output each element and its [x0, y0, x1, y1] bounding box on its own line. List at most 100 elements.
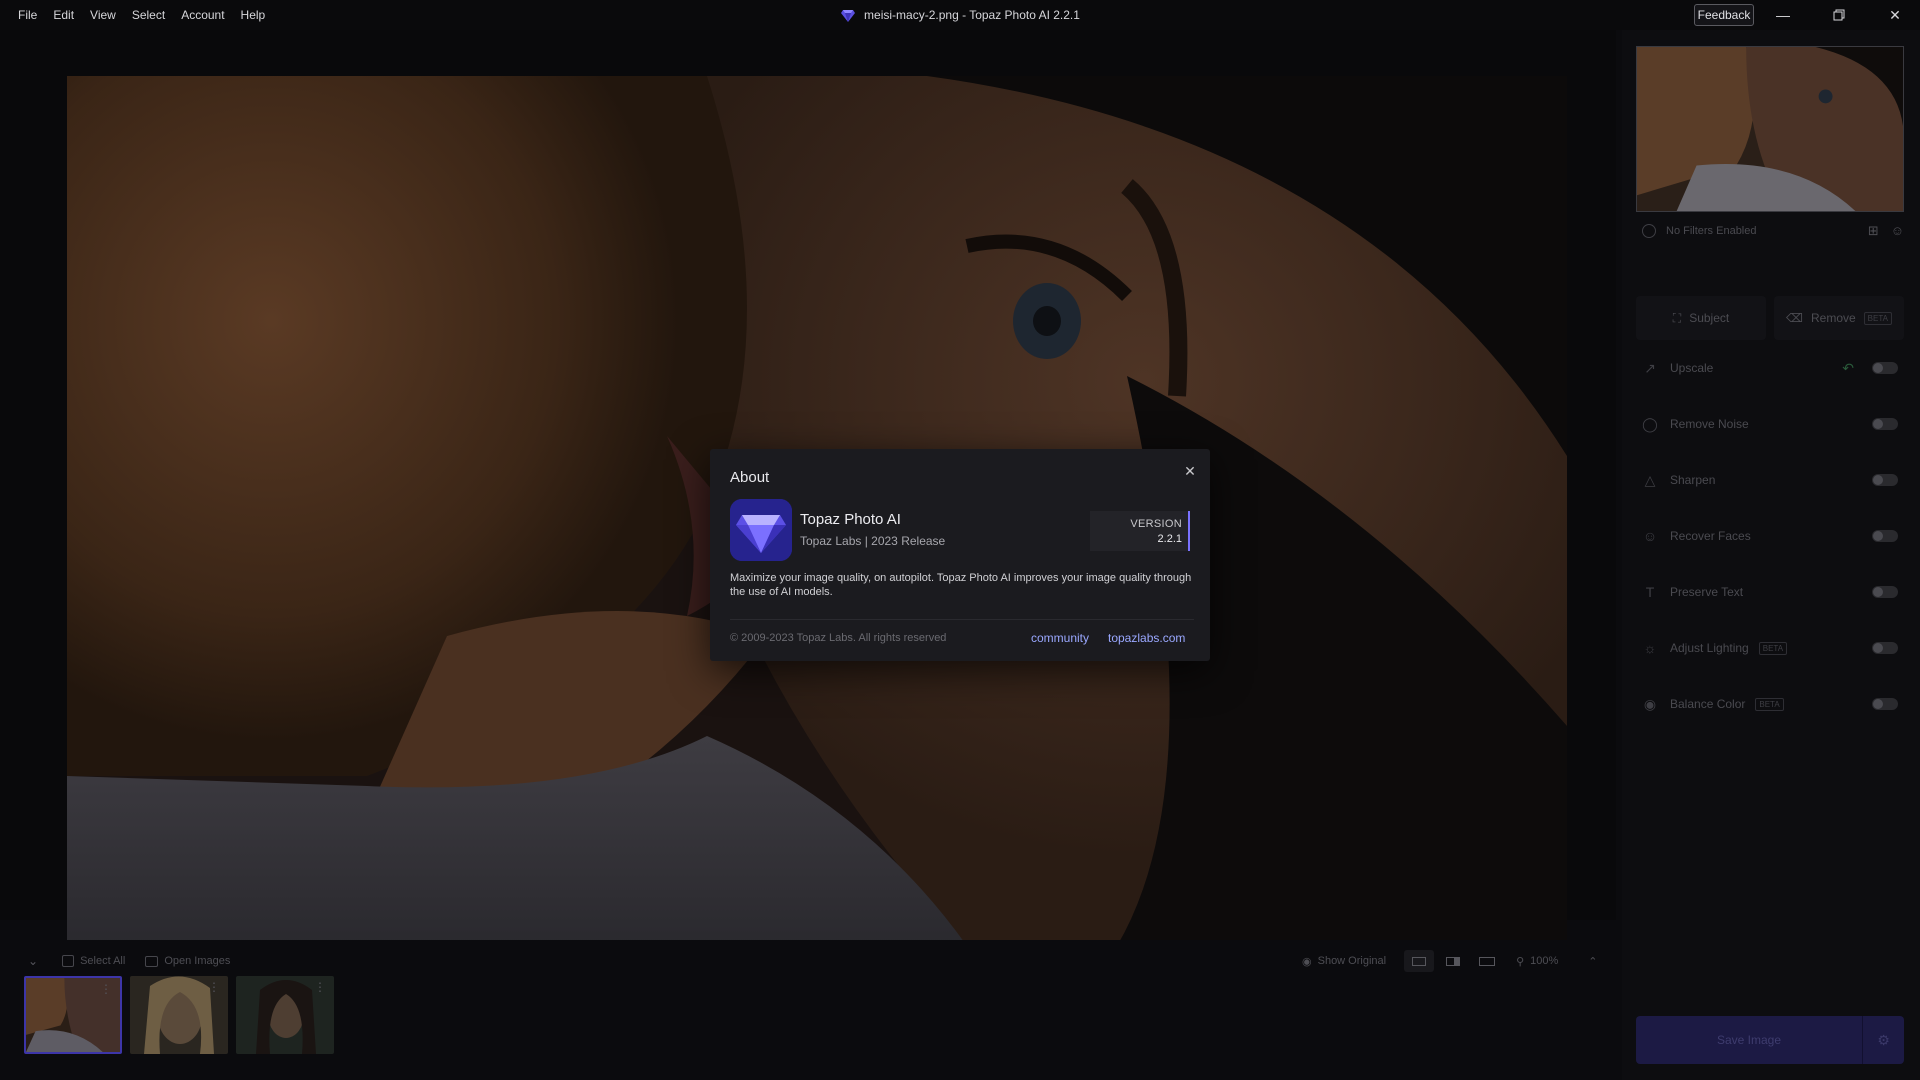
image-strip: ⋮ ⋮ ⋮	[24, 976, 334, 1054]
about-dialog: About ✕ Topaz Photo AI Topaz Labs | 2023…	[710, 449, 1210, 661]
split-view-button[interactable]	[1438, 950, 1468, 972]
app-name: Topaz Photo AI	[800, 511, 901, 528]
subject-label: Subject	[1689, 311, 1730, 325]
sharpen-toggle[interactable]	[1872, 474, 1898, 486]
website-link[interactable]: topazlabs.com	[1108, 631, 1185, 645]
eye-icon: ◉	[1302, 955, 1312, 968]
minimize-icon[interactable]: —	[1760, 0, 1806, 30]
eraser-icon: ⌫	[1786, 311, 1803, 325]
community-link[interactable]: community	[1031, 631, 1089, 645]
more-options-icon[interactable]: ⋮	[208, 980, 220, 994]
balance-color-toggle[interactable]	[1872, 698, 1898, 710]
window-title: meisi-macy-2.png - Topaz Photo AI 2.2.1	[0, 0, 1920, 30]
image-thumbnail[interactable]: ⋮	[236, 976, 334, 1054]
version-box: VERSION 2.2.1	[1090, 511, 1190, 551]
chevron-up-icon[interactable]: ⌃	[1588, 955, 1597, 968]
menu-edit[interactable]: Edit	[45, 0, 82, 30]
divider	[730, 619, 1194, 620]
window-title-text: meisi-macy-2.png - Topaz Photo AI 2.2.1	[864, 8, 1080, 22]
remove-button[interactable]: ⌫ Remove BETA	[1774, 296, 1904, 340]
filter-balance-color[interactable]: ◉ Balance Color BETA	[1636, 684, 1904, 724]
filter-label: Remove Noise	[1670, 417, 1749, 431]
remove-label: Remove	[1810, 311, 1856, 325]
noise-icon: ◯	[1642, 415, 1658, 432]
filter-sharpen[interactable]: △ Sharpen	[1636, 460, 1904, 500]
filter-label: Sharpen	[1670, 473, 1716, 487]
open-images-button[interactable]: Open Images	[145, 955, 230, 967]
topaz-logo-icon	[841, 10, 856, 22]
version-label: VERSION	[1130, 517, 1182, 530]
select-all-checkbox[interactable]: Select All	[62, 955, 125, 967]
open-images-label: Open Images	[164, 955, 231, 967]
upscale-toggle[interactable]	[1872, 362, 1898, 374]
zoom-control[interactable]: ⚲ 100%	[1516, 955, 1558, 968]
menu-bar: File Edit View Select Account Help	[10, 0, 273, 30]
beta-badge: BETA	[1758, 641, 1788, 655]
view-controls: ◉ Show Original ⚲ 100% ⌃	[1302, 946, 1598, 976]
face-icon: ☺	[1642, 528, 1658, 544]
upscale-icon: ↗	[1644, 359, 1656, 376]
image-thumbnail[interactable]: ⋮	[24, 976, 122, 1054]
undo-icon[interactable]: ↶	[1842, 360, 1854, 377]
menu-select[interactable]: Select	[124, 0, 173, 30]
single-view-icon	[1412, 956, 1427, 966]
bottom-bar: ⌄ Select All Open Images ◉ Show Original…	[0, 940, 1616, 1080]
chevron-down-icon[interactable]: ⌄	[28, 954, 38, 968]
show-original-button[interactable]: Show Original	[1318, 955, 1386, 967]
sun-icon: ☼	[1643, 640, 1657, 656]
image-icon	[145, 955, 159, 967]
filter-label: Preserve Text	[1670, 585, 1744, 599]
navigator-preview[interactable]	[1636, 46, 1904, 212]
app-window: File Edit View Select Account Help meisi…	[0, 0, 1920, 1080]
status-icon	[1642, 224, 1656, 238]
crop-icon[interactable]: ⊞	[1868, 223, 1879, 239]
remove-noise-toggle[interactable]	[1872, 418, 1898, 430]
filter-adjust-lighting[interactable]: ☼ Adjust Lighting BETA	[1636, 628, 1904, 668]
palette-icon: ◉	[1643, 695, 1657, 712]
filter-upscale[interactable]: ↗ Upscale ↶	[1636, 348, 1904, 388]
zoom-icon: ⚲	[1516, 955, 1525, 968]
face-settings-icon[interactable]: ☺	[1891, 223, 1904, 239]
menu-view[interactable]: View	[82, 0, 124, 30]
app-description: Maximize your image quality, on autopilo…	[730, 572, 1192, 598]
menu-file[interactable]: File	[10, 0, 45, 30]
single-view-button[interactable]	[1404, 950, 1435, 972]
filter-label: Recover Faces	[1670, 529, 1751, 543]
preserve-text-toggle[interactable]	[1872, 586, 1898, 598]
side-by-side-button[interactable]	[1472, 950, 1502, 972]
side-by-side-icon	[1479, 956, 1496, 966]
filters-status-text: No Filters Enabled	[1666, 225, 1757, 237]
close-icon[interactable]: ✕	[1182, 463, 1198, 479]
filter-label: Balance Color	[1670, 697, 1746, 711]
filters-panel: No Filters Enabled ⊞ ☺ ⛶ Subject ⌫ Remov…	[1622, 30, 1920, 1080]
save-image-button[interactable]: Save Image ⚙	[1636, 1016, 1904, 1064]
dialog-title: About	[730, 469, 770, 486]
filters-status-row: No Filters Enabled ⊞ ☺	[1636, 216, 1904, 246]
title-bar: File Edit View Select Account Help meisi…	[0, 0, 1920, 30]
menu-help[interactable]: Help	[233, 0, 274, 30]
version-value: 2.2.1	[1157, 532, 1182, 545]
sharpen-icon: △	[1644, 471, 1656, 488]
filter-remove-noise[interactable]: ◯ Remove Noise	[1636, 404, 1904, 444]
subject-icon: ⛶	[1672, 310, 1682, 325]
menu-account[interactable]: Account	[173, 0, 232, 30]
close-window-icon[interactable]: ✕	[1872, 0, 1918, 30]
more-options-icon[interactable]: ⋮	[314, 980, 326, 994]
feedback-button[interactable]: Feedback	[1694, 4, 1754, 26]
recover-faces-toggle[interactable]	[1872, 530, 1898, 542]
more-options-icon[interactable]: ⋮	[100, 982, 112, 996]
adjust-lighting-toggle[interactable]	[1872, 642, 1898, 654]
image-thumbnail[interactable]: ⋮	[130, 976, 228, 1054]
subject-button[interactable]: ⛶ Subject	[1636, 296, 1766, 340]
export-settings-icon[interactable]: ⚙	[1862, 1016, 1904, 1064]
filter-label: Upscale	[1670, 361, 1714, 375]
beta-badge: BETA	[1755, 697, 1784, 711]
bottom-toolbar: ⌄ Select All Open Images ◉ Show Original…	[0, 946, 1616, 976]
selection-tools: ⛶ Subject ⌫ Remove BETA	[1636, 296, 1904, 340]
beta-badge: BETA	[1863, 311, 1892, 325]
filter-label: Adjust Lighting	[1670, 641, 1749, 655]
filter-recover-faces[interactable]: ☺ Recover Faces	[1636, 516, 1904, 556]
filter-preserve-text[interactable]: T Preserve Text	[1636, 572, 1904, 612]
restore-icon[interactable]	[1816, 0, 1862, 30]
checkbox-icon	[62, 955, 75, 967]
